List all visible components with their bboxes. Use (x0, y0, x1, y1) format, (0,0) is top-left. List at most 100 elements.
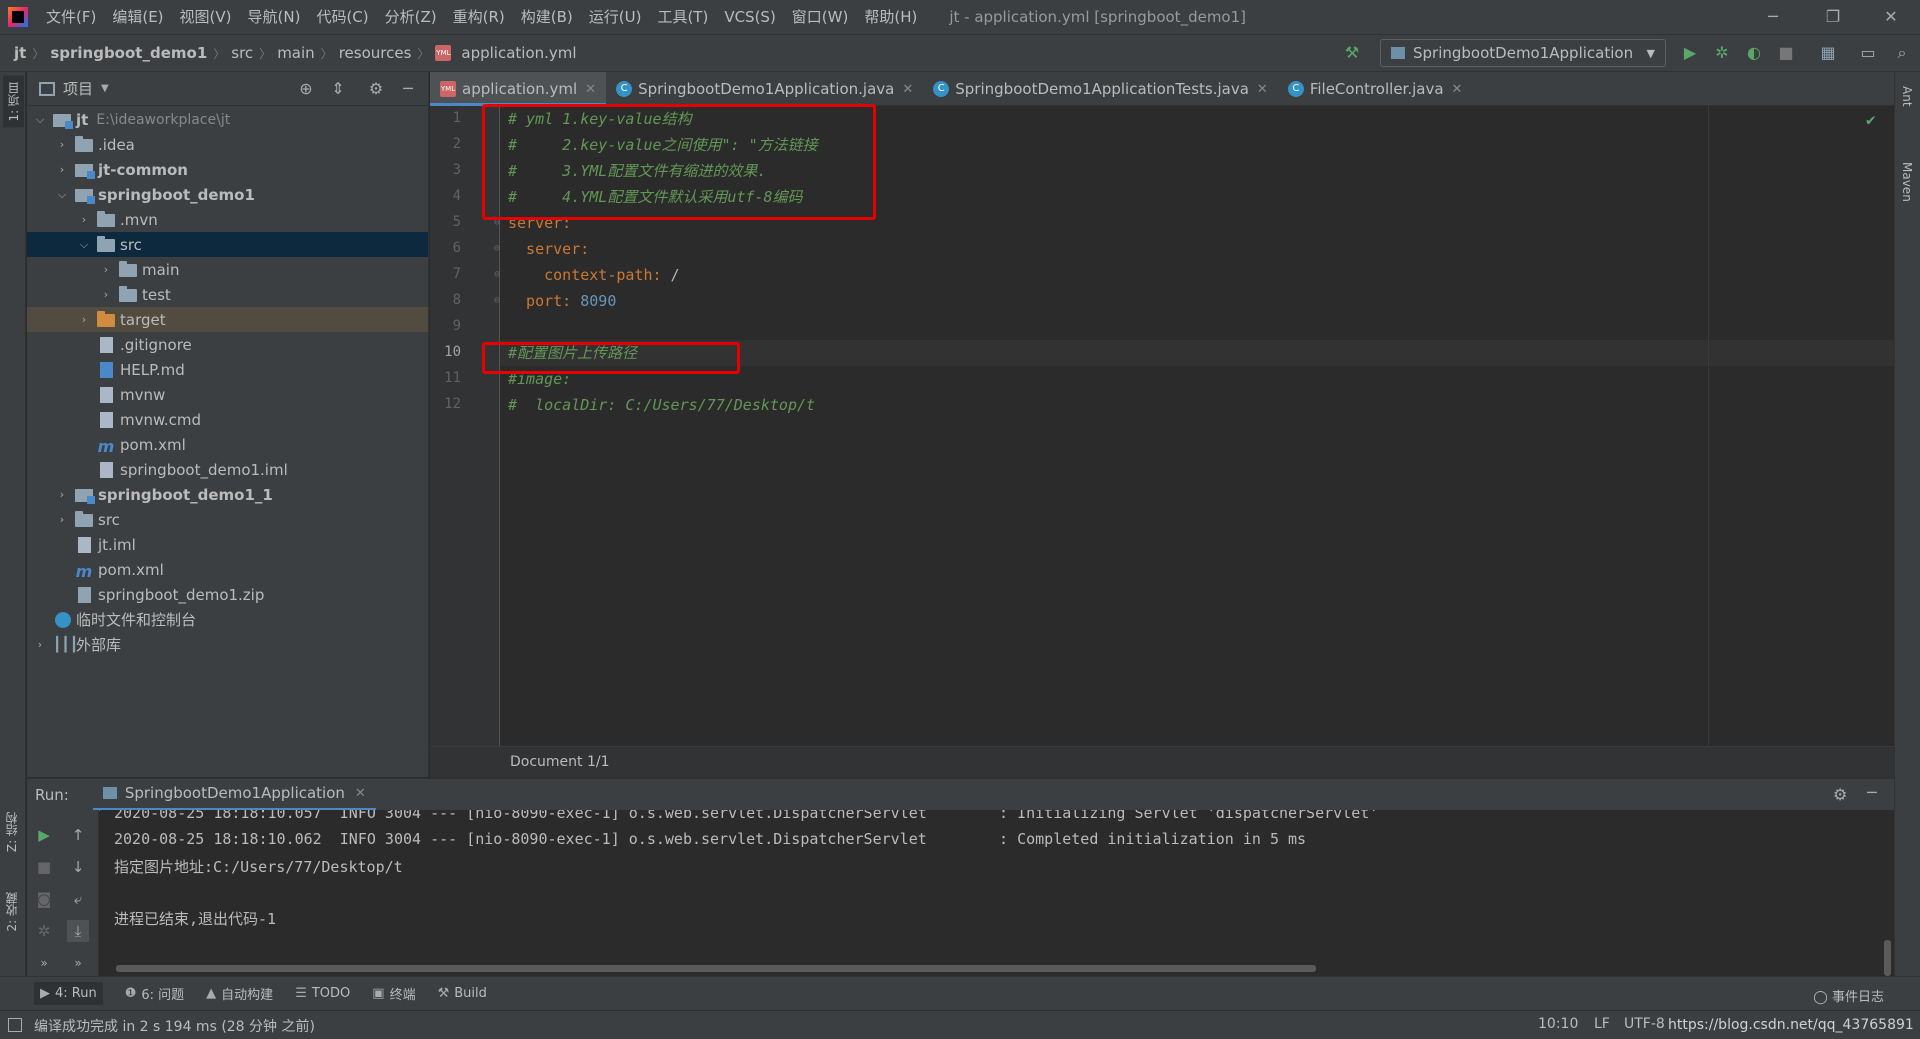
menu-navigate[interactable]: 导航(N) (240, 0, 309, 34)
tree-item-jt-iml[interactable]: jt.iml (27, 532, 428, 557)
build-hammer-icon[interactable]: ⚒ (1340, 41, 1364, 65)
tree-item-mvn[interactable]: › .mvn (27, 207, 428, 232)
tree-item-help-md[interactable]: HELP.md (27, 357, 428, 382)
search-icon[interactable]: ⌕ (1890, 41, 1914, 65)
maven-tool-tab[interactable]: Maven (1900, 162, 1914, 202)
debug-icon[interactable]: ✲ (1710, 41, 1734, 65)
tool-window-run[interactable]: ▶ 4: Run (34, 982, 103, 1005)
close-tab-icon[interactable]: ✕ (1452, 82, 1463, 97)
code-line-7[interactable]: context-path: / (508, 262, 679, 288)
scroll-down-icon[interactable]: ↓ (67, 856, 89, 878)
menu-window[interactable]: 窗口(W) (784, 0, 857, 34)
close-icon[interactable]: ✕ (1862, 0, 1920, 34)
run-config-select[interactable]: SpringbootDemo1Application ▼ (1380, 39, 1666, 67)
chevron-down-icon[interactable]: ⌵ (77, 238, 91, 252)
menu-help[interactable]: 帮助(H) (856, 0, 925, 34)
code-line-6[interactable]: server: (508, 236, 589, 262)
code-line-8[interactable]: port: 8090 (508, 288, 616, 314)
menu-analyze[interactable]: 分析(Z) (377, 0, 445, 34)
chevron-down-icon[interactable]: ⌵ (55, 188, 69, 202)
chevron-right-icon[interactable]: › (55, 513, 69, 526)
close-tab-icon[interactable]: ✕ (585, 82, 596, 97)
tree-item-jt-common[interactable]: › jt-common (27, 157, 428, 182)
scroll-to-end-icon[interactable]: ⤓ (67, 920, 89, 942)
tree-item-iml[interactable]: springboot_demo1.iml (27, 457, 428, 482)
project-structure-icon[interactable]: ▦ (1816, 41, 1840, 65)
chevron-right-icon[interactable]: › (99, 288, 113, 301)
tool-window-terminal[interactable]: ▣ 终端 (372, 984, 415, 1003)
document-indicator[interactable]: Document 1/1 (510, 754, 610, 770)
menu-run[interactable]: 运行(U) (581, 0, 650, 34)
breadcrumb-resources[interactable]: resources (335, 44, 416, 62)
code-editor[interactable]: # yml 1.key-value结构 # 2.key-value之间使用": … (482, 104, 1894, 746)
toggle-tool-windows-icon[interactable] (8, 1018, 22, 1032)
menu-code[interactable]: 代码(C) (308, 0, 376, 34)
tab-springbootdemo1application[interactable]: C SpringbootDemo1Application.java ✕ (606, 72, 923, 106)
structure-tool-tab[interactable]: Z: 结构 (3, 812, 20, 852)
menu-refactor[interactable]: 重构(R) (445, 0, 513, 34)
tree-item-pom-xml[interactable]: m pom.xml (27, 432, 428, 457)
project-panel-title[interactable]: 项目 (63, 78, 93, 99)
restore-icon[interactable]: ❐ (1804, 0, 1862, 34)
stop-icon[interactable]: ■ (1774, 41, 1798, 65)
code-line-12[interactable]: # localDir: C:/Users/77/Desktop/t (508, 392, 815, 418)
breadcrumb-src[interactable]: src (227, 44, 257, 62)
gear-icon[interactable]: ⚙ (1833, 785, 1847, 804)
chevron-right-icon[interactable]: › (55, 138, 69, 151)
run-tab-springbootdemo1application[interactable]: SpringbootDemo1Application ✕ (92, 779, 376, 811)
chevron-right-icon[interactable]: › (55, 488, 69, 501)
breadcrumb-main[interactable]: main (273, 44, 318, 62)
favorites-tool-tab[interactable]: 2: 收藏 (3, 892, 20, 932)
ant-tool-tab[interactable]: Ant (1900, 86, 1914, 107)
run-icon[interactable]: ▶ (1678, 41, 1702, 65)
locate-file-icon[interactable]: ⊕ (295, 78, 317, 100)
tab-filecontroller[interactable]: C FileController.java ✕ (1278, 72, 1473, 106)
caret-position[interactable]: 10:10 (1538, 1016, 1578, 1032)
tab-springbootdemo1applicationtests[interactable]: C SpringbootDemo1ApplicationTests.java ✕ (923, 72, 1278, 106)
tree-item-jt[interactable]: ⌵ jt E:\ideaworkplace\jt (27, 107, 428, 132)
chevron-right-icon[interactable]: › (99, 263, 113, 276)
tree-item-scratches[interactable]: 临时文件和控制台 (27, 607, 428, 632)
breadcrumb-jt[interactable]: jt (10, 44, 30, 62)
collapse-all-icon[interactable]: ⇕ (327, 78, 349, 100)
inspection-ok-icon[interactable]: ✔ (1866, 110, 1876, 129)
chevron-down-icon[interactable]: ▼ (101, 83, 109, 94)
project-tool-tab[interactable]: 1: 项目 (3, 76, 24, 128)
more-icon[interactable]: » (33, 952, 55, 974)
soft-wrap-icon[interactable]: ⤶ (67, 888, 89, 910)
tool-window-todo[interactable]: ☰ TODO (295, 986, 350, 1001)
tree-item-gitignore[interactable]: .gitignore (27, 332, 428, 357)
minimize-icon[interactable]: ─ (1744, 0, 1802, 34)
menu-tools[interactable]: 工具(T) (649, 0, 716, 34)
file-encoding[interactable]: UTF-8 (1624, 1016, 1665, 1032)
tree-item-external-libs[interactable]: › ┃┃┃ 外部库 (27, 632, 428, 657)
tree-item-src[interactable]: ⌵ src (27, 232, 428, 257)
tree-item-zip[interactable]: springboot_demo1.zip (27, 582, 428, 607)
console-output[interactable]: 2020-08-25 18:18:10.057 INFO 3004 --- [n… (100, 810, 1894, 976)
menu-build[interactable]: 构建(B) (513, 0, 581, 34)
gear-icon[interactable]: ⚙ (365, 78, 387, 100)
vertical-scrollbar[interactable] (1884, 940, 1891, 976)
tree-item-root-src[interactable]: › src (27, 507, 428, 532)
tree-item-test[interactable]: › test (27, 282, 428, 307)
chevron-right-icon[interactable]: › (55, 163, 69, 176)
stop-icon[interactable]: ■ (33, 856, 55, 878)
window-layout-icon[interactable]: ▭ (1856, 41, 1880, 65)
tree-item-springboot-demo1[interactable]: ⌵ springboot_demo1 (27, 182, 428, 207)
menu-file[interactable]: 文件(F) (38, 0, 104, 34)
tree-item-mvnw-cmd[interactable]: mvnw.cmd (27, 407, 428, 432)
camera-icon[interactable]: ◙ (33, 888, 55, 910)
close-tab-icon[interactable]: ✕ (1257, 82, 1268, 97)
line-separator[interactable]: LF (1594, 1016, 1610, 1032)
chevron-right-icon[interactable]: › (33, 638, 47, 651)
tool-window-auto-build[interactable]: ▲ 自动构建 (206, 984, 273, 1003)
horizontal-scrollbar[interactable] (116, 965, 1316, 972)
tool-window-problems[interactable]: ❶ 6: 问题 (125, 984, 184, 1003)
tree-item-target[interactable]: › target (27, 307, 428, 332)
chevron-down-icon[interactable]: ⌵ (33, 113, 47, 127)
tree-item-springboot-demo1-1[interactable]: › springboot_demo1_1 (27, 482, 428, 507)
close-tab-icon[interactable]: ✕ (355, 786, 366, 801)
tab-application-yml[interactable]: YML application.yml ✕ (430, 72, 607, 106)
event-log-button[interactable]: ◯ 事件日志 (1813, 986, 1884, 1005)
more-icon[interactable]: » (67, 952, 89, 974)
